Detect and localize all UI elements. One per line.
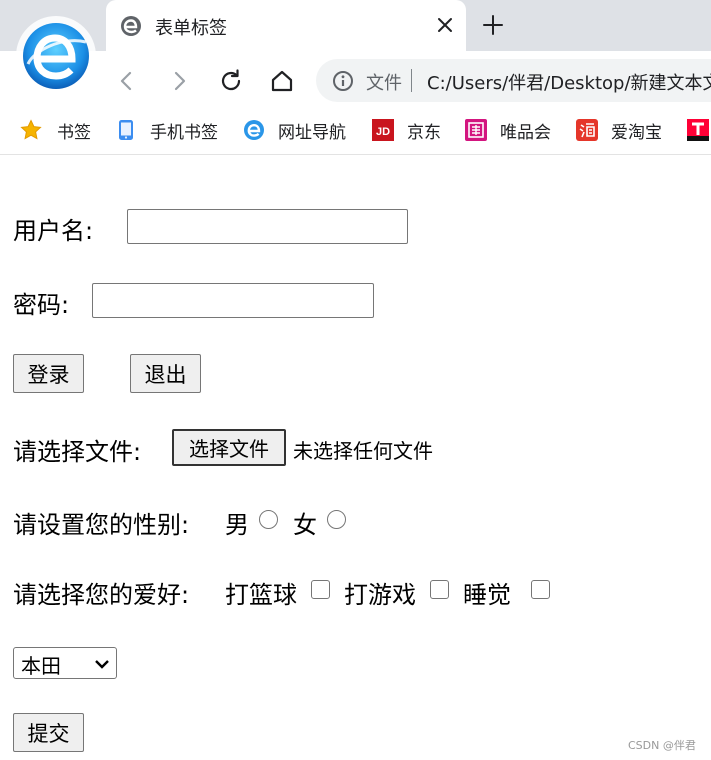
gender-option-male-label: 男 <box>225 511 249 539</box>
address-url[interactable]: C:/Users/伴君/Desktop/新建文本文 <box>427 69 711 95</box>
address-bar[interactable]: 文件 C:/Users/伴君/Desktop/新建文本文 <box>316 59 711 102</box>
gender-female-radio[interactable] <box>327 510 346 529</box>
reload-icon[interactable] <box>216 66 246 96</box>
bookmark-label: 网址导航 <box>278 123 346 143</box>
file-label: 请选择文件: <box>13 438 142 466</box>
jd-logo-icon: JD <box>372 119 394 141</box>
username-label: 用户名: <box>13 217 94 245</box>
forward-icon[interactable] <box>164 66 194 96</box>
tab-strip: 表单标签 <box>0 0 711 51</box>
gender-label: 请设置您的性别: <box>13 511 190 539</box>
file-status-text: 未选择任何文件 <box>293 439 433 463</box>
hobby-option-sleep-label: 睡觉 <box>463 581 511 609</box>
hobby-label: 请选择您的爱好: <box>13 581 190 609</box>
bookmark-label: 唯品会 <box>500 123 551 143</box>
bookmark-label: 手机书签 <box>150 123 218 143</box>
username-input[interactable] <box>127 209 408 244</box>
hobby-games-checkbox[interactable] <box>430 580 449 599</box>
info-icon[interactable] <box>332 70 354 92</box>
exit-button[interactable]: 退出 <box>130 354 201 393</box>
gender-option-female-label: 女 <box>293 511 317 539</box>
page-content: 用户名: 密码: 登录 退出 请选择文件: 选择文件 未选择任何文件 请设置您的… <box>0 156 711 760</box>
taobao-logo-icon <box>576 119 598 141</box>
password-input[interactable] <box>92 283 374 318</box>
phone-icon <box>119 120 133 140</box>
bookmark-label: 爱淘宝 <box>611 123 662 143</box>
vip-logo-icon <box>465 119 487 141</box>
edge-e-icon <box>121 16 141 36</box>
car-brand-select[interactable]: 本田 <box>13 647 117 679</box>
bookmark-label: 书签 <box>57 123 91 143</box>
home-icon[interactable] <box>267 66 297 96</box>
gender-male-radio[interactable] <box>259 510 278 529</box>
hobby-option-games-label: 打游戏 <box>344 581 416 609</box>
chevron-down-icon <box>95 660 109 669</box>
address-scheme-label: 文件 <box>366 73 402 94</box>
hobby-sleep-checkbox[interactable] <box>531 580 550 599</box>
bookmarks-bar: 书签 手机书签 网址导航 JD 京东 唯品会 爱淘宝 <box>0 107 711 155</box>
hobby-basketball-checkbox[interactable] <box>311 580 330 599</box>
plus-icon[interactable] <box>480 12 506 38</box>
choose-file-button[interactable]: 选择文件 <box>172 429 286 466</box>
back-icon[interactable] <box>112 66 142 96</box>
tab-active[interactable]: 表单标签 <box>106 0 466 51</box>
submit-button[interactable]: 提交 <box>13 713 84 752</box>
star-icon <box>20 119 42 140</box>
login-button[interactable]: 登录 <box>13 354 84 393</box>
tmall-logo-icon <box>687 119 709 141</box>
browser-e-icon <box>244 120 264 140</box>
watermark: CSDN @伴君 <box>628 739 696 752</box>
password-label: 密码: <box>13 291 70 319</box>
address-divider <box>411 69 412 92</box>
hobby-option-basketball-label: 打篮球 <box>225 581 297 609</box>
bookmark-label: 京东 <box>407 123 441 143</box>
browser-logo-icon <box>16 16 96 96</box>
close-icon[interactable] <box>432 12 458 38</box>
svg-text:JD: JD <box>376 126 390 138</box>
select-value: 本田 <box>21 654 61 678</box>
tab-title: 表单标签 <box>155 18 227 39</box>
